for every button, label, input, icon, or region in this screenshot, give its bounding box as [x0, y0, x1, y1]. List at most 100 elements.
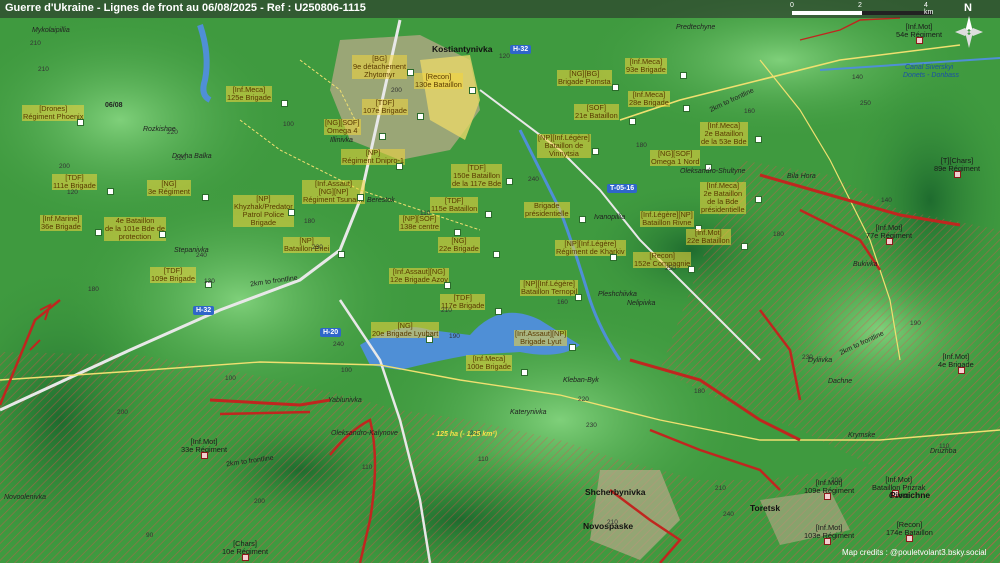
unit-marker-icon[interactable] — [357, 194, 364, 201]
road-shield: H-32 — [510, 45, 532, 54]
road-shield: H-20 — [320, 328, 342, 337]
elevation-label: 110 — [362, 464, 373, 471]
unit-label: [Inf.Meca] 125e Brigade — [226, 85, 272, 102]
unit-marker-icon[interactable] — [107, 188, 114, 195]
unit-marker-icon[interactable] — [579, 216, 586, 223]
town-label: Nelipivka — [627, 300, 656, 307]
scale-bar: 0 2 4 km — [790, 2, 933, 17]
elevation-label: 240 — [333, 341, 344, 348]
unit-marker-icon[interactable] — [506, 178, 513, 185]
unit-label: [Inf.Meca] 28e Brigade — [628, 90, 670, 107]
unit-marker-icon[interactable] — [824, 538, 831, 545]
town-label-major: Pivnichne — [890, 490, 931, 500]
unit-marker-icon[interactable] — [906, 535, 913, 542]
elevation-label: 180 — [694, 388, 705, 395]
elevation-label: 220 — [175, 155, 186, 162]
unit-marker-icon[interactable] — [407, 69, 414, 76]
unit-marker-icon[interactable] — [755, 136, 762, 143]
unit-marker-icon[interactable] — [485, 211, 492, 218]
town-label-major: Toretsk — [750, 503, 781, 513]
north-arrow: N — [950, 2, 988, 52]
elevation-label: 240 — [196, 252, 207, 259]
unit-marker-icon[interactable] — [610, 254, 617, 261]
elevation-label: 200 — [117, 409, 128, 416]
unit-label: [Inf.Assaut][NP] Brigade Lyut — [514, 329, 568, 346]
unit-marker-icon[interactable] — [688, 266, 695, 273]
unit-marker-icon[interactable] — [417, 113, 424, 120]
town-label: Katerynivka — [510, 409, 547, 416]
unit-label: 4e Bataillon de la 101e Bde de protection — [104, 216, 166, 241]
unit-marker-icon[interactable] — [338, 251, 345, 258]
unit-label: [Inf.Meca] 2e Bataillon de la 53e Bde — [700, 121, 748, 146]
unit-label: [Inf.Meca] 100e Brigade — [466, 354, 512, 371]
town-label: Oleksandro-Shultyne — [680, 168, 746, 175]
unit-marker-icon[interactable] — [886, 238, 893, 245]
elevation-label: 250 — [860, 100, 871, 107]
road-shield: T-05-16 — [607, 184, 638, 193]
compass-icon — [955, 16, 983, 48]
elevation-label: 190 — [910, 320, 921, 327]
elevation-label: 100 — [341, 367, 352, 374]
unit-marker-icon[interactable] — [379, 133, 386, 140]
unit-marker-icon[interactable] — [159, 231, 166, 238]
unit-label: [Inf.Assaut][NG] 12e Brigade Azov — [389, 267, 449, 284]
unit-label: [BG] 9e détachement Zhytomyr — [352, 54, 408, 79]
town-label: Pleshchiivka — [598, 291, 637, 298]
unit-marker-icon[interactable] — [201, 452, 208, 459]
unit-label: Brigade présidentielle — [524, 201, 570, 218]
elevation-label: 110 — [939, 443, 950, 450]
unit-marker-icon[interactable] — [444, 282, 451, 289]
unit-label: [NP] Bataillon Enei — [283, 236, 331, 253]
unit-marker-icon[interactable] — [680, 72, 687, 79]
elevation-label: 240 — [723, 511, 734, 518]
unit-marker-icon[interactable] — [493, 251, 500, 258]
unit-marker-icon[interactable] — [824, 493, 831, 500]
elevation-label: 220 — [578, 396, 589, 403]
town-label: Predtechyne — [676, 24, 716, 31]
unit-marker-icon[interactable] — [592, 148, 599, 155]
town-label: Bila Hora — [787, 173, 816, 180]
unit-marker-icon[interactable] — [741, 243, 748, 250]
elevation-label: 90 — [146, 532, 154, 539]
unit-marker-icon[interactable] — [281, 100, 288, 107]
elevation-label: 160 — [557, 299, 568, 306]
elevation-label: 100 — [225, 375, 236, 382]
map-canvas[interactable]: Guerre d'Ukraine - Lignes de front au 06… — [0, 0, 1000, 563]
unit-marker-icon[interactable] — [95, 229, 102, 236]
unit-label: [Inf.Marine] 36e Brigade — [40, 214, 82, 231]
unit-marker-icon[interactable] — [77, 119, 84, 126]
elevation-label: 180 — [304, 218, 315, 225]
unit-marker-icon[interactable] — [426, 336, 433, 343]
town-label: Bukivka — [853, 261, 878, 268]
unit-marker-icon[interactable] — [954, 171, 961, 178]
unit-marker-icon[interactable] — [242, 554, 249, 561]
unit-marker-icon[interactable] — [612, 84, 619, 91]
unit-marker-icon[interactable] — [202, 194, 209, 201]
unit-label: [NP][Inf.Légère] Bataillon de Vinnytsia — [537, 133, 591, 158]
unit-label: [SOF] 21e Bataillon — [574, 103, 619, 120]
town-label: Mykolaipillia — [32, 27, 70, 34]
unit-marker-icon[interactable] — [958, 367, 965, 374]
unit-marker-icon[interactable] — [495, 308, 502, 315]
unit-marker-icon[interactable] — [569, 344, 576, 351]
elevation-label: 200 — [391, 87, 402, 94]
elevation-label: 200 — [59, 163, 70, 170]
elevation-label: 210 — [607, 519, 618, 526]
unit-marker-icon[interactable] — [575, 294, 582, 301]
unit-marker-icon[interactable] — [469, 87, 476, 94]
elevation-label: 250 — [665, 265, 676, 272]
date-tag: 06/08 — [105, 102, 123, 109]
town-label: Novoolenivka — [4, 494, 47, 501]
unit-label: [NG][BG] Brigade Pomsta — [557, 69, 612, 86]
unit-marker-icon[interactable] — [683, 105, 690, 112]
unit-marker-icon[interactable] — [521, 369, 528, 376]
unit-marker-icon[interactable] — [755, 196, 762, 203]
elevation-label: 200 — [254, 498, 265, 505]
unit-marker-icon[interactable] — [916, 37, 923, 44]
unit-marker-icon[interactable] — [288, 209, 295, 216]
unit-marker-icon[interactable] — [629, 118, 636, 125]
unit-marker-icon[interactable] — [454, 229, 461, 236]
elevation-label: 110 — [478, 456, 489, 463]
elevation-label: 230 — [586, 422, 597, 429]
unit-marker-icon[interactable] — [396, 163, 403, 170]
